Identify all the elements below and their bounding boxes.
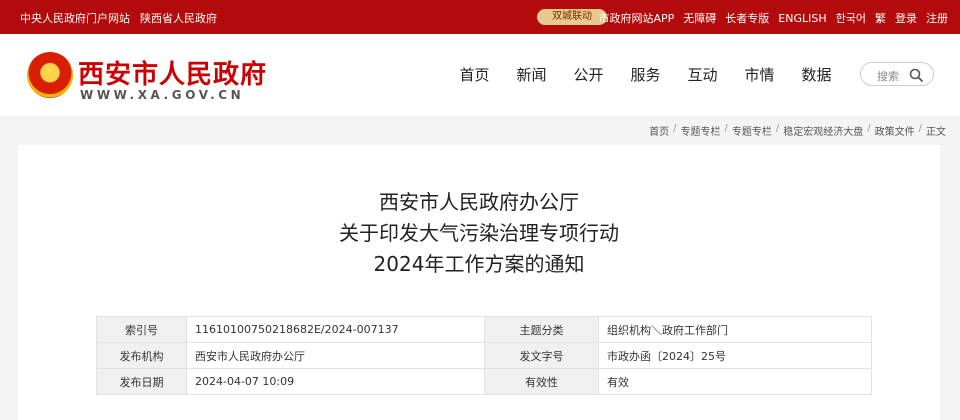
site-title[interactable]: 西安市人民政府 <box>78 54 267 91</box>
breadcrumb-macro-economy[interactable]: 稳定宏观经济大盘 <box>783 123 863 138</box>
nav-interact[interactable]: 互动 <box>674 64 731 85</box>
link-central-gov[interactable]: 中央人民政府门户网站 <box>20 10 130 26</box>
top-right-links: 市政府网站APP 无障碍 长者专版 ENGLISH 한국어 繁 登录 注册 <box>598 10 948 26</box>
meta-value-index: 11610100750218682E/2024-007137 <box>186 316 485 343</box>
meta-key-topic: 主题分类 <box>484 316 599 343</box>
meta-value-publisher: 西安市人民政府办公厅 <box>186 342 485 369</box>
meta-key-doc-number: 发文字号 <box>484 342 599 369</box>
nav-home[interactable]: 首页 <box>446 64 503 85</box>
breadcrumb-topics-2[interactable]: 专题专栏 <box>732 123 772 138</box>
breadcrumb-separator: / <box>673 123 677 134</box>
article-title-line-2: 关于印发大气污染治理专项行动 <box>339 221 619 245</box>
breadcrumb-policy-docs[interactable]: 政策文件 <box>875 123 915 138</box>
meta-key-publisher: 发布机构 <box>96 342 187 369</box>
breadcrumb-separator: / <box>867 123 871 134</box>
top-bar: 中央人民政府门户网站 陕西省人民政府 双城联动 市政府网站APP 无障碍 长者专… <box>0 0 960 34</box>
meta-value-date: 2024-04-07 10:09 <box>186 368 485 395</box>
breadcrumb-separator: / <box>775 123 780 134</box>
link-register[interactable]: 注册 <box>926 10 948 26</box>
breadcrumb-topics-1[interactable]: 专题专栏 <box>681 123 721 138</box>
site-header: 西安市人民政府 WWW.XA.GOV.CN 首页 新闻 公开 服务 互动 市情 … <box>0 34 960 116</box>
table-row: 发布日期 2024-04-07 10:09 有效性 有效 <box>96 368 872 395</box>
breadcrumb-home[interactable]: 首页 <box>649 123 669 138</box>
link-login[interactable]: 登录 <box>895 10 917 26</box>
search-icon[interactable] <box>908 67 924 83</box>
meta-value-topic: 组织机构＼政府工作部门 <box>598 316 872 343</box>
link-accessibility[interactable]: 无障碍 <box>683 10 716 26</box>
nav-data[interactable]: 数据 <box>788 64 845 85</box>
nav-service[interactable]: 服务 <box>617 64 674 85</box>
twin-city-pill[interactable]: 双城联动 <box>537 9 607 25</box>
site-url: WWW.XA.GOV.CN <box>80 88 245 102</box>
national-emblem-icon[interactable] <box>27 52 73 98</box>
article-title-line-1: 西安市人民政府办公厅 <box>379 190 579 214</box>
meta-key-date: 发布日期 <box>96 368 187 395</box>
link-korean[interactable]: 한국어 <box>836 10 866 26</box>
link-shaanxi-gov[interactable]: 陕西省人民政府 <box>140 10 217 26</box>
article-title: 西安市人民政府办公厅 关于印发大气污染治理专项行动 2024年工作方案的通知 <box>18 187 940 280</box>
search-placeholder: 搜索 <box>877 70 899 83</box>
meta-value-validity: 有效 <box>598 368 872 395</box>
nav-city-info[interactable]: 市情 <box>731 64 788 85</box>
meta-value-doc-number: 市政办函〔2024〕25号 <box>598 342 872 369</box>
nav-news[interactable]: 新闻 <box>503 64 560 85</box>
article-panel: 西安市人民政府办公厅 关于印发大气污染治理专项行动 2024年工作方案的通知 索… <box>18 145 940 420</box>
link-app[interactable]: 市政府网站APP <box>598 10 674 26</box>
table-row: 索引号 11610100750218682E/2024-007137 主题分类 … <box>96 316 872 343</box>
table-row: 发布机构 西安市人民政府办公厅 发文字号 市政办函〔2024〕25号 <box>96 342 872 369</box>
breadcrumb-separator: / <box>918 123 922 134</box>
breadcrumb-current: 正文 <box>926 127 946 138</box>
meta-key-validity: 有效性 <box>484 368 599 395</box>
document-meta-table: 索引号 11610100750218682E/2024-007137 主题分类 … <box>96 316 872 395</box>
main-nav: 首页 新闻 公开 服务 互动 市情 数据 <box>446 64 845 85</box>
search-box[interactable]: 搜索 <box>860 62 934 86</box>
nav-open[interactable]: 公开 <box>560 64 617 85</box>
top-left-links: 中央人民政府门户网站 陕西省人民政府 <box>20 10 217 26</box>
link-traditional[interactable]: 繁 <box>875 10 886 26</box>
article-title-line-3: 2024年工作方案的通知 <box>373 252 585 276</box>
meta-key-index: 索引号 <box>96 316 187 343</box>
link-english[interactable]: ENGLISH <box>778 12 826 25</box>
breadcrumb: 首页 / 专题专栏 / 专题专栏 / 稳定宏观经济大盘 / 政策文件 / 正文 <box>649 123 946 138</box>
breadcrumb-separator: / <box>724 123 728 134</box>
link-elder-mode[interactable]: 长者专版 <box>725 10 769 26</box>
